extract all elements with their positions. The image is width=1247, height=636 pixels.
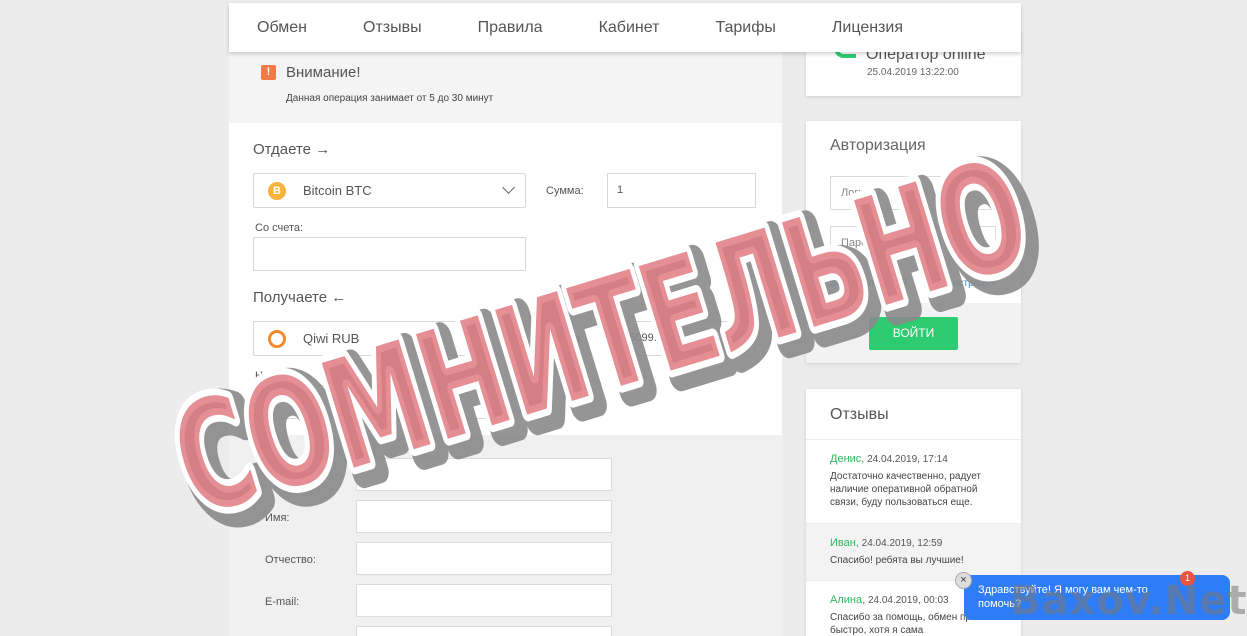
give-account-input[interactable] <box>253 237 526 271</box>
review-date: 24.04.2019, 00:03 <box>867 595 949 606</box>
receive-sum-input[interactable]: 365099.14 <box>607 321 756 356</box>
alert-title: Внимание! <box>286 64 361 81</box>
review-item: Денис, 24.04.2019, 17:14 Достаточно каче… <box>806 439 1021 523</box>
lastname-input[interactable] <box>356 458 612 491</box>
firstname-label: Имя: <box>265 512 290 524</box>
review-author: Алина, <box>830 594 866 606</box>
operator-date: 25.04.2019 13:22:00 <box>867 67 959 78</box>
bitcoin-icon: B <box>268 182 286 200</box>
warning-icon: ! <box>261 65 276 80</box>
give-currency-label: Bitcoin BTC <box>303 183 372 198</box>
login-input[interactable]: Логин <box>830 176 996 210</box>
nav-item-exchange[interactable]: Обмен <box>257 19 307 37</box>
receive-currency-select[interactable]: Qiwi RUB <box>253 321 526 356</box>
patronymic-label: Отчество: <box>265 554 316 566</box>
give-account-label: Со счета: <box>255 222 304 234</box>
receive-currency-label: Qiwi RUB <box>303 331 360 346</box>
exchange-form: ! Внимание! Данная операция занимает от … <box>229 52 782 636</box>
firstname-input[interactable] <box>356 500 612 533</box>
nav-item-cabinet[interactable]: Кабинет <box>599 19 660 37</box>
reviews-title: Отзывы <box>830 406 889 423</box>
login-button[interactable]: ВОЙТИ <box>869 317 958 350</box>
watermark: Baxov.Net <box>1010 578 1247 624</box>
receive-account-label: На счет: <box>255 370 298 382</box>
receive-sum-label: Сумма: <box>546 333 584 345</box>
review-author: Иван, <box>830 537 859 549</box>
close-icon[interactable]: × <box>955 572 972 589</box>
top-navigation: Обмен Отзывы Правила Кабинет Тарифы Лице… <box>229 3 1021 52</box>
extra-input[interactable] <box>356 626 612 636</box>
auth-title: Авторизация <box>830 137 926 154</box>
nav-item-tariffs[interactable]: Тарифы <box>715 19 775 37</box>
nav-item-reviews[interactable]: Отзывы <box>363 19 422 37</box>
receive-title: Получаете ← <box>253 289 347 306</box>
register-link[interactable]: Регистрация <box>938 278 996 289</box>
review-date: 24.04.2019, 17:14 <box>867 454 948 465</box>
give-currency-select[interactable]: B Bitcoin BTC <box>253 173 526 208</box>
currency-section: Отдаете → B Bitcoin BTC Сумма: 1 Со счет… <box>229 123 782 435</box>
qiwi-icon <box>268 330 286 348</box>
warning-alert: ! Внимание! Данная операция занимает от … <box>229 52 782 123</box>
auth-links: Забыли пароль? Регистрация <box>830 278 996 289</box>
review-text: Спасибо! ребята вы лучшие! <box>830 555 964 566</box>
give-sum-input[interactable]: 1 <box>607 173 756 208</box>
personal-data-section: Фамилия: Имя: Отчество: E-mail: <box>229 435 782 636</box>
alert-text: Данная операция занимает от 5 до 30 мину… <box>286 93 494 104</box>
give-sum-label: Сумма: <box>546 185 584 197</box>
chevron-down-icon <box>502 329 515 342</box>
lastname-label: Фамилия: <box>265 469 315 481</box>
nav-item-rules[interactable]: Правила <box>478 19 543 37</box>
forgot-password-link[interactable]: Забыли пароль? <box>830 278 907 289</box>
patronymic-input[interactable] <box>356 542 612 575</box>
review-item: Иван, 24.04.2019, 12:59 Спасибо! ребята … <box>806 523 1021 580</box>
chevron-down-icon <box>502 181 515 194</box>
password-input[interactable]: Пароль <box>830 226 996 260</box>
review-author: Денис, <box>830 453 865 465</box>
email-label: E-mail: <box>265 596 300 608</box>
auth-card: Авторизация Логин Пароль Забыли пароль? … <box>806 121 1021 363</box>
review-date: 24.04.2019, 12:59 <box>861 538 943 549</box>
email-input[interactable] <box>356 584 612 617</box>
nav-item-license[interactable]: Лицензия <box>832 19 903 37</box>
review-text: Достаточно качественно, радует наличие о… <box>830 471 982 508</box>
receive-account-input[interactable] <box>253 385 526 419</box>
give-title: Отдаете → <box>253 141 331 158</box>
